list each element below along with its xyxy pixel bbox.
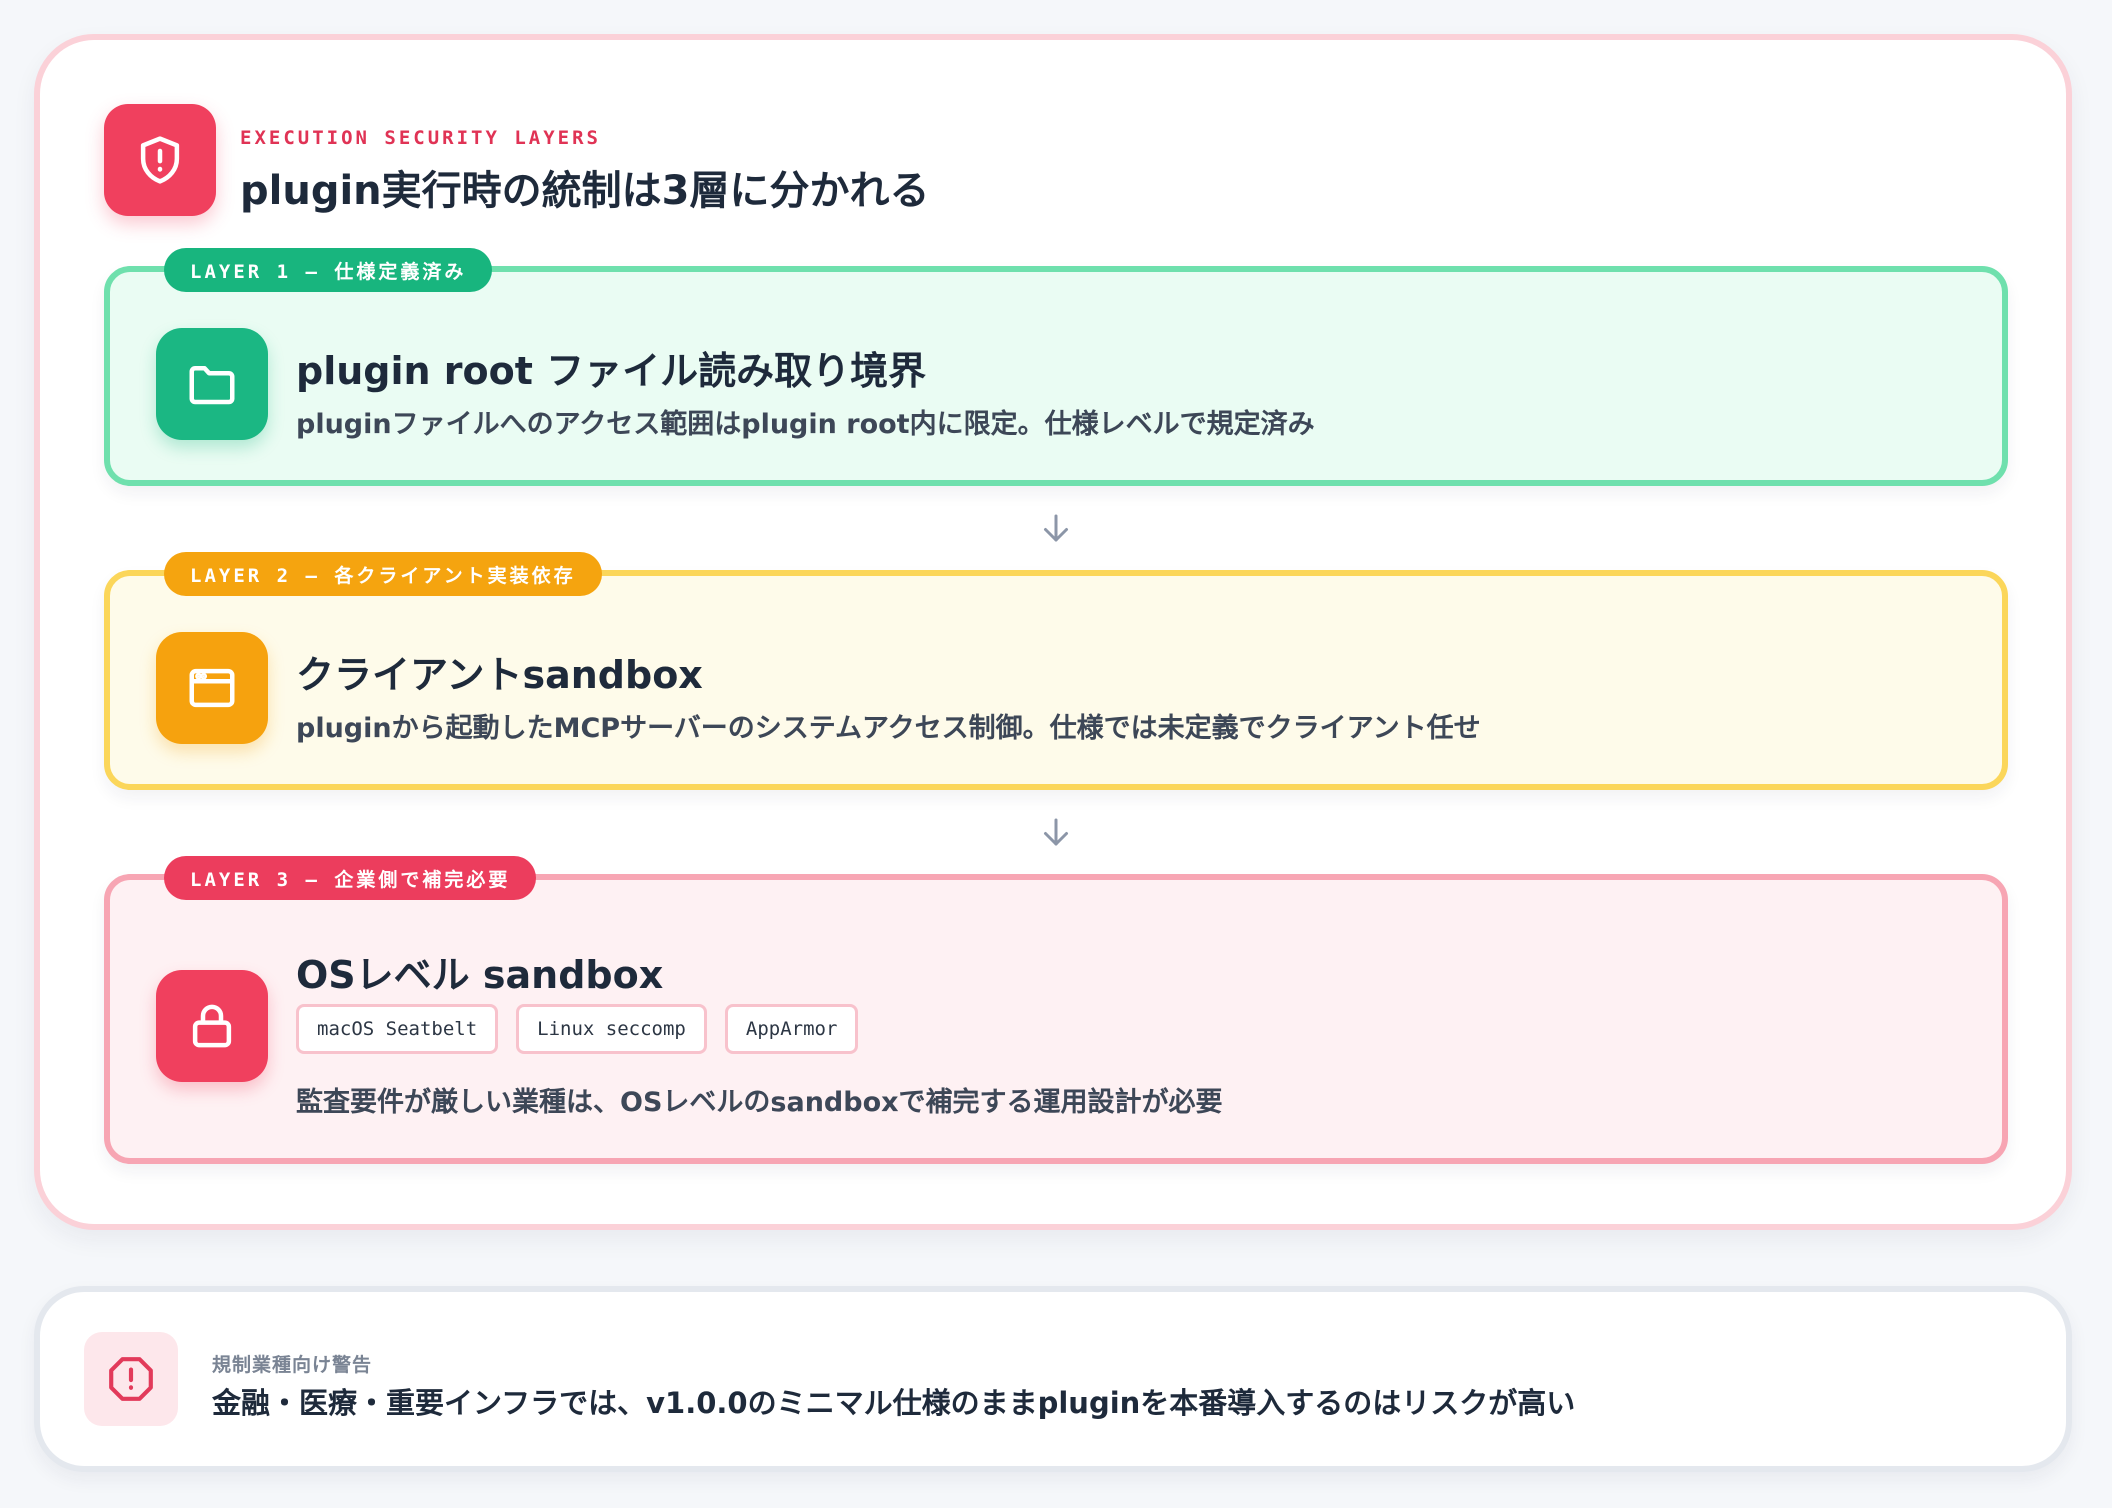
tag-linux-seccomp: Linux seccomp <box>516 1004 707 1054</box>
layer-2-title: クライアントsandbox <box>296 653 703 697</box>
regulatory-warning-card: 規制業種向け警告 金融・医療・重要インフラでは、v1.0.0のミニマル仕様のまま… <box>34 1286 2072 1472</box>
shield-alert-icon <box>104 104 216 216</box>
layer-3-title: OSレベル sandbox <box>296 953 664 997</box>
arrow-down-icon <box>1034 506 1078 550</box>
layer-2-badge: LAYER 2 — 各クライアント実装依存 <box>164 552 602 596</box>
layer-3-description: 監査要件が厳しい業種は、OSレベルのsandboxで補完する運用設計が必要 <box>296 1087 1223 1118</box>
layer-2-description: pluginから起動したMCPサーバーのシステムアクセス制御。仕様では未定義でク… <box>296 713 1481 744</box>
tag-macos-seatbelt: macOS Seatbelt <box>296 1004 499 1054</box>
layer-2-card: LAYER 2 — 各クライアント実装依存 クライアントsandbox plug… <box>104 552 2008 790</box>
arrow-down-icon <box>1034 810 1078 854</box>
warning-text: 金融・医療・重要インフラでは、v1.0.0のミニマル仕様のままpluginを本番… <box>212 1386 1576 1420</box>
layer-3-card: LAYER 3 — 企業側で補完必要 OSレベル sandbox macOS S… <box>104 856 2008 1164</box>
layer-3-badge: LAYER 3 — 企業側で補完必要 <box>164 856 537 900</box>
browser-window-icon <box>156 632 268 744</box>
alert-circle-icon <box>84 1332 178 1426</box>
tag-apparmor: AppArmor <box>724 1004 859 1054</box>
layer-1-description: pluginファイルへのアクセス範囲はplugin root内に限定。仕様レベル… <box>296 409 1315 440</box>
layer-1-card: LAYER 1 — 仕様定義済み plugin root ファイル読み取り境界 … <box>104 248 2008 486</box>
layer-1-badge: LAYER 1 — 仕様定義済み <box>164 248 493 292</box>
page-title: plugin実行時の統制は3層に分かれる <box>240 168 930 214</box>
folder-icon <box>156 328 268 440</box>
layer-1-title: plugin root ファイル読み取り境界 <box>296 349 927 393</box>
os-sandbox-tags: macOS Seatbelt Linux seccomp AppArmor <box>296 1004 859 1054</box>
lock-icon <box>156 970 268 1082</box>
warning-label: 規制業種向け警告 <box>212 1354 373 1376</box>
section-eyebrow: EXECUTION SECURITY LAYERS <box>240 127 601 149</box>
